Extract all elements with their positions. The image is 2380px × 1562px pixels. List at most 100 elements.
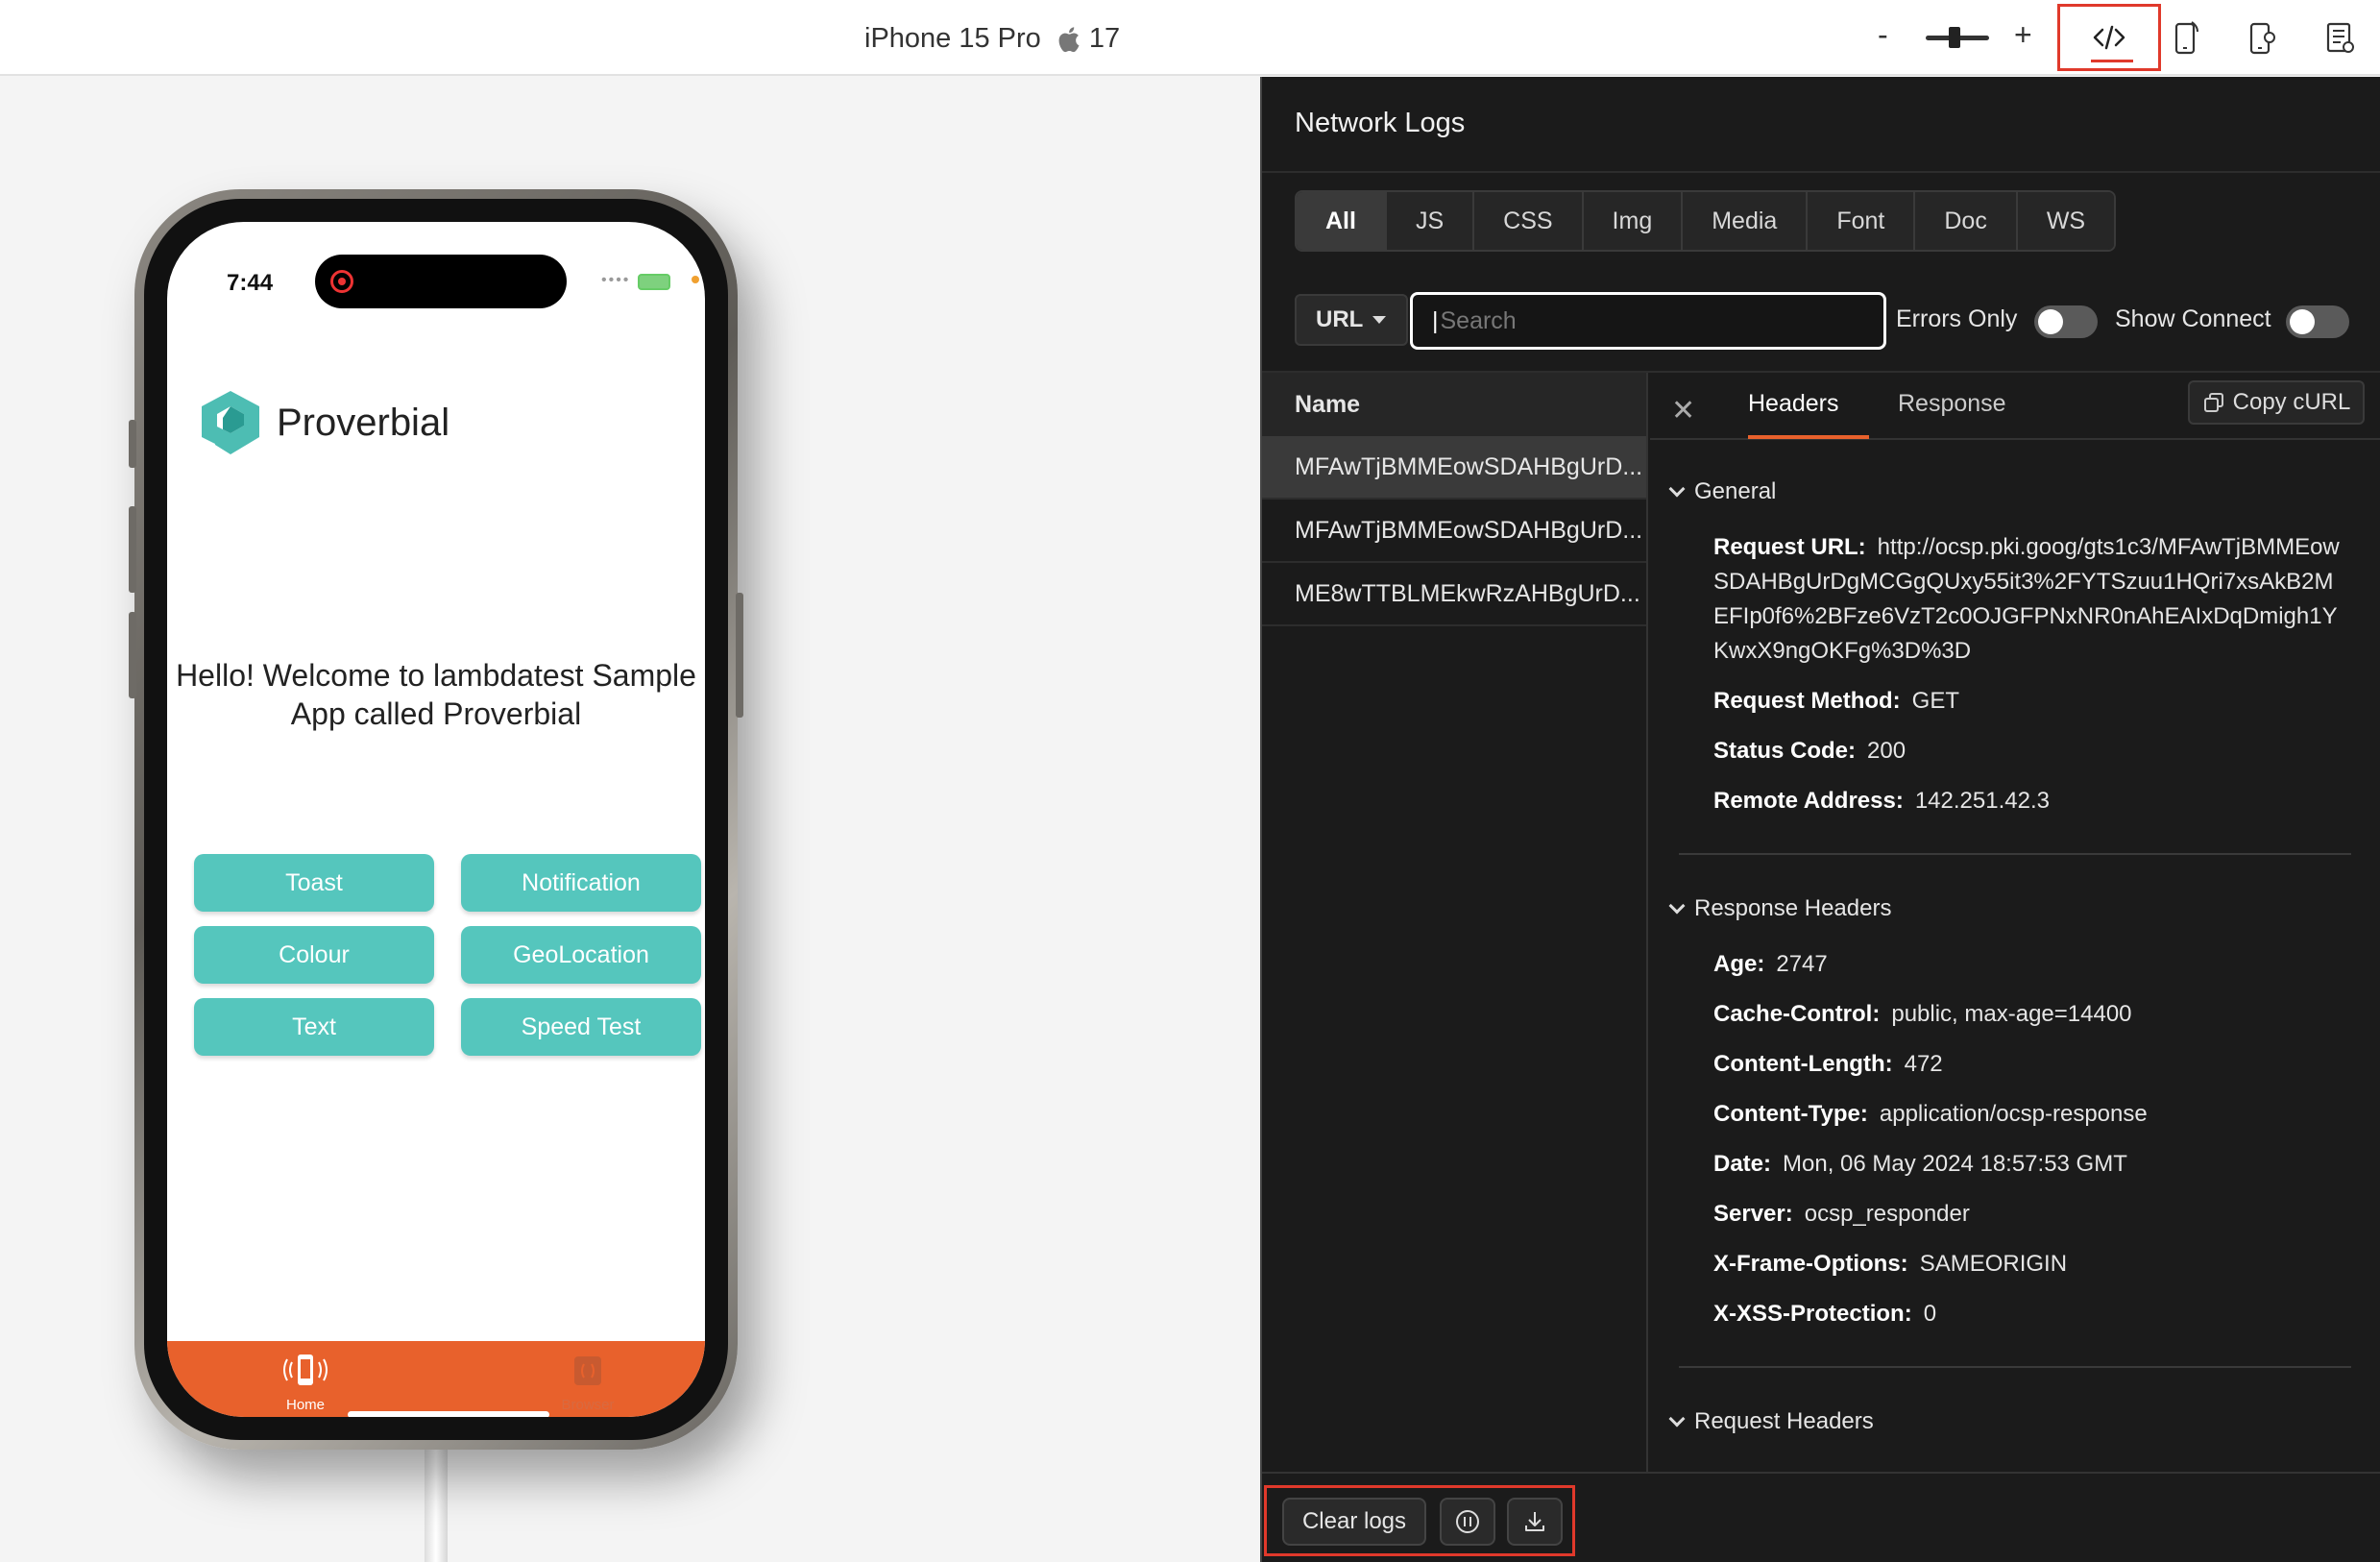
filter-media[interactable]: Media — [1683, 192, 1809, 250]
remote-address-value: 142.251.42.3 — [1914, 788, 2050, 814]
os-version-group: 17 — [1055, 23, 1120, 55]
toast-button[interactable]: Toast — [194, 854, 434, 912]
request-list: Name MFAwTjBMMEowSDAHBgUrD... MFAwTjBMME… — [1262, 373, 1648, 1472]
active-tab-underline — [1748, 435, 1869, 439]
os-version: 17 — [1088, 23, 1121, 54]
phone-vibrate-icon — [283, 1355, 328, 1385]
tab-browser[interactable]: Browser — [530, 1351, 645, 1413]
response-headers-section-toggle[interactable]: Response Headers — [1668, 895, 1891, 922]
request-method-field: Request Method: GET — [1713, 688, 1960, 714]
action-button — [129, 420, 136, 468]
zoom-out-button[interactable]: - — [1878, 17, 1888, 53]
remote-address-field: Remote Address: 142.251.42.3 — [1713, 788, 2050, 814]
tab-response[interactable]: Response — [1898, 390, 2006, 418]
status-code-field: Status Code: 200 — [1713, 738, 1906, 764]
request-row[interactable]: ME8wTTBLMEkwRzAHBgUrD... — [1262, 563, 1646, 626]
filter-css[interactable]: CSS — [1474, 192, 1584, 250]
show-connect-label: Show Connect — [2115, 305, 2271, 332]
zoom-slider-knob[interactable] — [1949, 27, 1960, 48]
chevron-down-icon — [1668, 480, 1686, 498]
filter-all[interactable]: All — [1297, 192, 1387, 250]
bottom-action-bar: Clear logs — [1262, 1472, 2380, 1562]
search-input[interactable]: | Search — [1410, 292, 1886, 350]
header-value: application/ocsp-response — [1879, 1101, 2148, 1127]
privacy-indicator — [692, 276, 699, 283]
phone-settings-icon — [2174, 21, 2198, 55]
power-button — [736, 593, 743, 718]
show-connect-toggle[interactable] — [2286, 305, 2349, 338]
text-button[interactable]: Text — [194, 998, 434, 1056]
welcome-text: Hello! Welcome to lambdatest Sample App … — [176, 658, 696, 731]
request-detail: ✕ Headers Response Copy cURL General Req… — [1650, 373, 2380, 1472]
text-cursor: | — [1432, 306, 1439, 334]
request-row[interactable]: MFAwTjBMMEowSDAHBgUrD... — [1262, 436, 1646, 500]
search-field-select-value: URL — [1316, 306, 1364, 332]
network-logs-panel: Network Logs All JS CSS Img Media Font D… — [1260, 77, 2380, 1562]
divider — [1679, 1366, 2351, 1368]
speed-test-button[interactable]: Speed Test — [461, 998, 701, 1056]
phone-frame: 7:44 •••• Proverbial Hello! Welcome to l… — [129, 189, 743, 1450]
header-value: 472 — [1904, 1051, 1943, 1077]
filter-js[interactable]: JS — [1386, 192, 1475, 250]
geolocation-button[interactable]: GeoLocation — [461, 926, 701, 984]
request-row[interactable]: MFAwTjBMMEowSDAHBgUrD... — [1262, 500, 1646, 563]
zoom-in-button[interactable]: + — [2014, 17, 2032, 53]
header-field: Age: 2747 — [1713, 951, 1828, 977]
zoom-slider[interactable] — [1926, 27, 1989, 48]
filter-doc[interactable]: Doc — [1915, 192, 2018, 250]
header-value: 0 — [1923, 1301, 1937, 1327]
filter-ws[interactable]: WS — [2017, 192, 2115, 250]
dynamic-island — [315, 255, 567, 308]
errors-only-toggle[interactable] — [2034, 305, 2098, 338]
clear-logs-button[interactable]: Clear logs — [1282, 1498, 1426, 1546]
filter-font[interactable]: Font — [1808, 192, 1916, 250]
header-field: X-XSS-Protection: 0 — [1713, 1301, 1937, 1327]
header-field: Date: Mon, 06 May 2024 18:57:53 GMT — [1713, 1151, 2127, 1177]
request-headers-section-toggle[interactable]: Request Headers — [1668, 1408, 1874, 1435]
phone-screen[interactable]: 7:44 •••• Proverbial Hello! Welcome to l… — [167, 222, 705, 1417]
tab-headers[interactable]: Headers — [1748, 390, 1839, 418]
phone-bezel: 7:44 •••• Proverbial Hello! Welcome to l… — [144, 199, 728, 1440]
pause-button[interactable] — [1440, 1498, 1495, 1546]
copy-curl-label: Copy cURL — [2232, 389, 2351, 415]
apple-logo-icon — [1058, 26, 1080, 52]
copy-curl-button[interactable]: Copy cURL — [2188, 380, 2365, 425]
app-logo: Proverbial — [196, 387, 449, 458]
type-filter-group: All JS CSS Img Media Font Doc WS — [1295, 190, 2117, 252]
device-logs-button[interactable] — [2288, 4, 2380, 71]
chevron-down-icon — [1372, 316, 1387, 324]
code-icon — [2093, 25, 2125, 50]
proverbial-logo-icon — [202, 391, 259, 454]
status-time: 7:44 — [227, 270, 274, 296]
pause-icon — [1456, 1510, 1479, 1533]
header-field: X-Frame-Options: SAMEORIGIN — [1713, 1251, 2068, 1277]
request-url-field: Request URL: http://ocsp.pki.goog/gts1c3/… — [1713, 534, 2340, 664]
header-value: ocsp_responder — [1804, 1201, 1970, 1227]
signal-icon: •••• — [601, 272, 631, 288]
header-value: public, max-age=14400 — [1891, 1001, 2132, 1027]
top-toolbar: iPhone 15 Pro 17 - + — [0, 0, 2380, 76]
header-field: Server: ocsp_responder — [1713, 1201, 1970, 1227]
download-button[interactable] — [1507, 1498, 1563, 1546]
device-name: iPhone 15 Pro — [864, 23, 1041, 54]
tab-home[interactable]: Home — [248, 1351, 363, 1413]
home-indicator[interactable] — [348, 1411, 549, 1417]
volume-up-button — [129, 506, 136, 593]
general-section-toggle[interactable]: General — [1668, 478, 1777, 505]
phone-location-icon — [2249, 22, 2275, 55]
notification-button[interactable]: Notification — [461, 854, 701, 912]
request-method-value: GET — [1911, 688, 1960, 714]
search-field-select[interactable]: URL — [1295, 294, 1408, 346]
highlight-box: Clear logs — [1264, 1485, 1575, 1556]
filter-img[interactable]: Img — [1583, 192, 1684, 250]
colour-button[interactable]: Colour — [194, 926, 434, 984]
copy-icon — [2203, 393, 2223, 412]
section-title: General — [1694, 478, 1777, 504]
header-value: 2747 — [1776, 951, 1828, 977]
tab-home-label: Home — [285, 1397, 325, 1413]
volume-down-button — [129, 612, 136, 698]
name-column-header: Name — [1262, 373, 1646, 436]
document-list-icon — [2326, 22, 2354, 53]
app-name: Proverbial — [277, 401, 450, 444]
close-icon[interactable]: ✕ — [1671, 394, 1695, 427]
